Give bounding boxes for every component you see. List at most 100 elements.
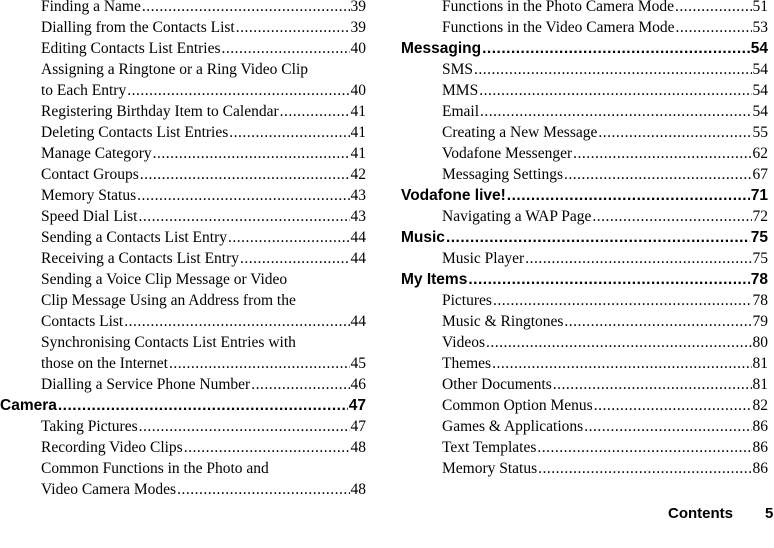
toc-entry[interactable]: Email 54 [401, 101, 768, 122]
toc-page-number: 75 [752, 250, 769, 267]
toc-entry-text: Camera [0, 397, 57, 414]
dot-leader [229, 122, 349, 143]
toc-page-number: 71 [750, 187, 768, 204]
toc-entry[interactable]: Navigating a WAP Page 72 [401, 206, 768, 227]
toc-entry-text: Navigating a WAP Page [442, 208, 592, 225]
toc-section-heading[interactable]: Camera 47 [0, 395, 366, 416]
toc-entry[interactable]: Common Option Menus 82 [401, 395, 768, 416]
toc-page-number: 78 [750, 271, 768, 288]
toc-page-number: 44 [350, 229, 367, 246]
toc-entry-text: My Items [401, 271, 468, 288]
toc-entry-text: Other Documents [442, 376, 552, 393]
toc-page-number: 43 [350, 208, 367, 225]
toc-page-number: 54 [752, 82, 769, 99]
toc-entry[interactable]: Memory Status 43 [0, 185, 366, 206]
toc-entry[interactable]: Music & Ringtones 79 [401, 311, 768, 332]
toc-entry[interactable]: Videos 80 [401, 332, 768, 353]
dot-leader [228, 227, 350, 248]
toc-page-number: 44 [350, 250, 367, 267]
toc-page-number: 42 [350, 166, 367, 183]
toc-entry[interactable]: Editing Contacts List Entries 40 [0, 38, 366, 59]
toc-entry-text: Receiving a Contacts List Entry [41, 250, 240, 267]
dot-leader [537, 437, 751, 458]
toc-entry[interactable]: Dialling a Service Phone Number 46 [0, 374, 366, 395]
toc-entry-text: Sending a Voice Clip Message or Video [41, 271, 288, 288]
toc-entry[interactable]: Receiving a Contacts List Entry 44 [0, 248, 366, 269]
dot-leader [446, 227, 750, 248]
dot-leader [142, 0, 350, 17]
toc-section-heading[interactable]: Music 75 [401, 227, 768, 248]
toc-entry-text: Clip Message Using an Address from the [41, 292, 296, 309]
toc-entry[interactable]: Manage Category 41 [0, 143, 366, 164]
toc-entry-text: Editing Contacts List Entries [41, 40, 221, 57]
toc-entry[interactable]: MMS 54 [401, 80, 768, 101]
toc-entry-text: Common Functions in the Photo and [41, 460, 269, 477]
dot-leader [493, 290, 752, 311]
toc-entry-text: Themes [442, 355, 492, 372]
toc-page-number: 82 [752, 397, 769, 414]
toc-entry-text: Assigning a Ringtone or a Ring Video Cli… [41, 61, 309, 78]
toc-entry-text: Vodafone Messenger [442, 145, 573, 162]
toc-entry-text: Text Templates [442, 439, 537, 456]
toc-entry-text: Recording Video Clips [41, 439, 183, 456]
toc-section-heading[interactable]: My Items 78 [401, 269, 768, 290]
toc-entry[interactable]: Finding a Name 39 [0, 0, 366, 17]
toc-entry[interactable]: Recording Video Clips 48 [0, 437, 366, 458]
toc-entry-text: Memory Status [41, 187, 137, 204]
toc-entry[interactable]: Registering Birthday Item to Calendar 41 [0, 101, 366, 122]
dot-leader [184, 437, 350, 458]
dot-leader [140, 164, 350, 185]
toc-entry[interactable]: Sending a Voice Clip Message or Video Cli… [0, 269, 366, 332]
toc-entry[interactable]: Pictures 78 [401, 290, 768, 311]
toc-entry-text: Music Player [442, 250, 525, 267]
toc-page-number: 62 [752, 145, 769, 162]
toc-entry[interactable]: Functions in the Video Camera Mode 53 [401, 17, 768, 38]
toc-page-number: 40 [350, 82, 367, 99]
toc-entry[interactable]: Memory Status 86 [401, 458, 768, 479]
dot-leader [153, 143, 350, 164]
toc-page-number: 78 [752, 292, 769, 309]
toc-entry[interactable]: Deleting Contacts List Entries 41 [0, 122, 366, 143]
toc-entry[interactable]: Sending a Contacts List Entry 44 [0, 227, 366, 248]
toc-page-number: 41 [350, 124, 367, 141]
toc-entry-text: Video Camera Modes [41, 481, 177, 498]
toc-entry[interactable]: Contact Groups 42 [0, 164, 366, 185]
toc-entry[interactable]: Creating a New Message 55 [401, 122, 768, 143]
dot-leader [474, 59, 751, 80]
toc-entry[interactable]: Assigning a Ringtone or a Ring Video Cli… [0, 59, 366, 101]
dot-leader [594, 395, 752, 416]
toc-entry-text: Taking Pictures [41, 418, 138, 435]
dot-leader [592, 206, 751, 227]
toc-entry[interactable]: Speed Dial List 43 [0, 206, 366, 227]
toc-entry-text: MMS [442, 82, 479, 99]
dot-leader [468, 269, 749, 290]
toc-page-number: 51 [752, 0, 769, 15]
toc-entry[interactable]: Text Templates 86 [401, 437, 768, 458]
toc-entry-text: Functions in the Photo Camera Mode [442, 0, 675, 15]
toc-page-number: 41 [350, 103, 367, 120]
toc-page-number: 45 [350, 355, 367, 372]
toc-entry[interactable]: Functions in the Photo Camera Mode 51 [401, 0, 768, 17]
toc-entry[interactable]: Taking Pictures 47 [0, 416, 366, 437]
toc-entry-text: Deleting Contacts List Entries [41, 124, 229, 141]
toc-entry-text: Speed Dial List [41, 208, 138, 225]
toc-entry[interactable]: Other Documents 81 [401, 374, 768, 395]
toc-section-heading[interactable]: Messaging 54 [401, 38, 768, 59]
dot-leader [482, 38, 750, 59]
toc-entry-text: Registering Birthday Item to Calendar [41, 103, 279, 120]
dot-leader [676, 17, 752, 38]
toc-entry[interactable]: SMS 54 [401, 59, 768, 80]
toc-entry[interactable]: Vodafone Messenger 62 [401, 143, 768, 164]
toc-section-heading[interactable]: Vodafone live! 71 [401, 185, 768, 206]
toc-entry[interactable]: Messaging Settings 67 [401, 164, 768, 185]
dot-leader [236, 17, 350, 38]
toc-entry[interactable]: Themes 81 [401, 353, 768, 374]
toc-page-number: 48 [350, 439, 367, 456]
toc-entry[interactable]: Games & Applications 86 [401, 416, 768, 437]
toc-entry-text: Synchronising Contacts List Entries with [41, 334, 296, 351]
toc-entry[interactable]: Dialling from the Contacts List 39 [0, 17, 366, 38]
toc-entry[interactable]: Common Functions in the Photo and Video C… [0, 458, 366, 500]
toc-entry[interactable]: Synchronising Contacts List Entries with… [0, 332, 366, 374]
dot-leader [675, 0, 751, 17]
toc-entry[interactable]: Music Player 75 [401, 248, 768, 269]
